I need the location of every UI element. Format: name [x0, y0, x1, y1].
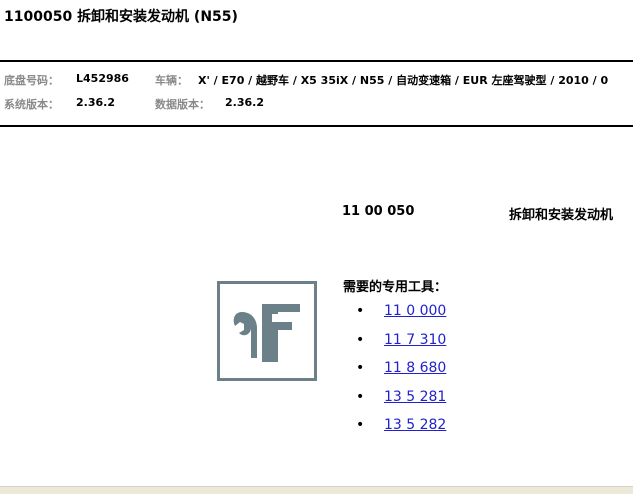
- tool-link-11-8-680[interactable]: 11 8 680: [384, 360, 446, 376]
- header-divider-top: [0, 60, 633, 62]
- bullet: •: [356, 303, 365, 319]
- procedure-title: 拆卸和安装发动机: [509, 208, 614, 223]
- data-version-value: 2.36.2: [225, 96, 264, 109]
- data-version-label: 数据版本：: [155, 98, 210, 111]
- page-title: 1100050 拆卸和安装发动机 (N55): [4, 9, 238, 25]
- procedure-number: 11 00 050: [342, 204, 415, 219]
- system-version-value: 2.36.2: [76, 96, 115, 109]
- special-tools-heading: 需要的专用工具：: [343, 280, 448, 295]
- tool-link-11-0-000[interactable]: 11 0 000: [384, 303, 446, 319]
- bullet: •: [356, 331, 365, 348]
- bullet: •: [356, 388, 365, 405]
- tool-link-13-5-282[interactable]: 13 5 282: [384, 417, 446, 433]
- system-version-label: 系统版本：: [4, 98, 59, 111]
- bullet: •: [356, 360, 365, 376]
- vehicle-value: X' / E70 / 越野车 / X5 35iX / N55 / 自动变速箱 /…: [198, 74, 609, 87]
- tool-link-11-7-310[interactable]: 11 7 310: [384, 332, 446, 348]
- chassis-number-value: L452986: [76, 72, 129, 85]
- wrench-caliper-icon: [217, 281, 317, 381]
- chassis-number-label: 底盘号码：: [4, 74, 59, 87]
- header-divider-bottom: [0, 125, 633, 127]
- tool-link-13-5-281[interactable]: 13 5 281: [384, 389, 446, 405]
- vehicle-label: 车辆：: [155, 74, 188, 87]
- bullet: •: [356, 417, 365, 433]
